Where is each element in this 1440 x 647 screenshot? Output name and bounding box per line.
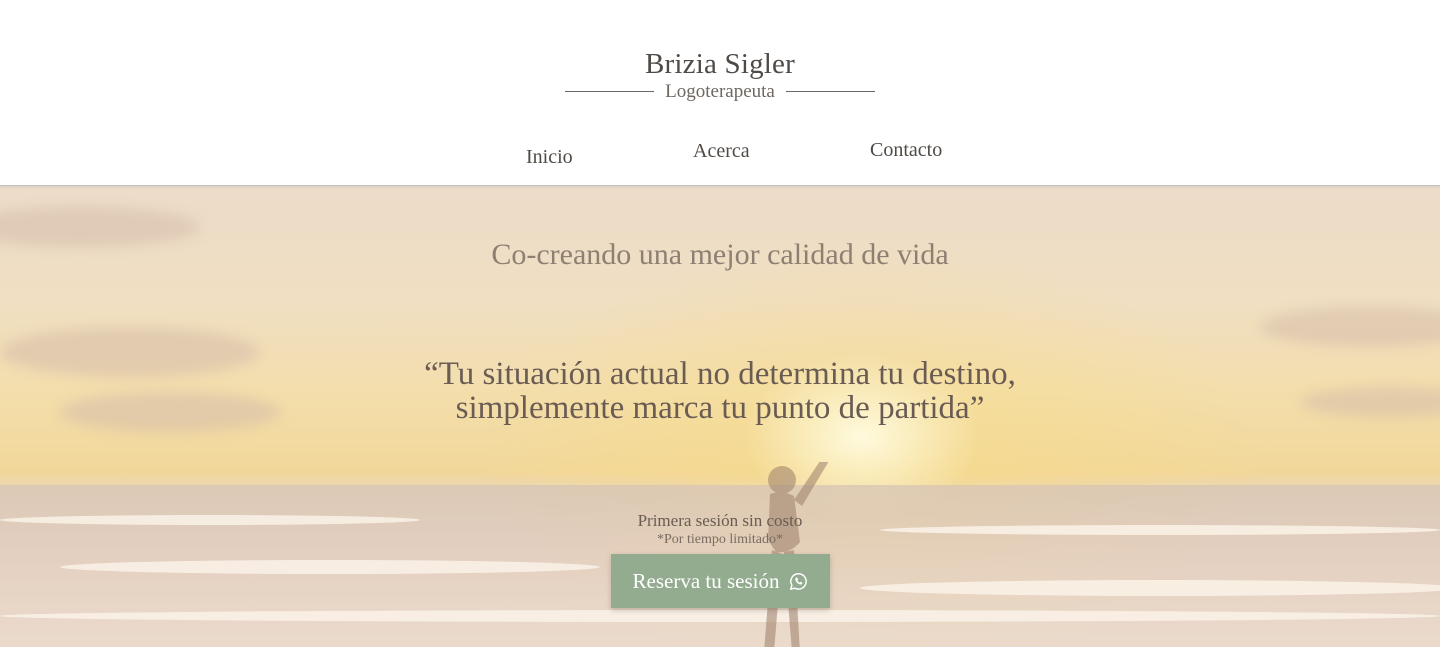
book-session-label: Reserva tu sesión bbox=[632, 568, 780, 593]
brand-subtitle: Logoterapeuta bbox=[665, 81, 775, 102]
nav-item-inicio[interactable]: Inicio bbox=[526, 146, 573, 169]
whatsapp-icon bbox=[790, 572, 808, 590]
hero-section: Co-creando una mejor calidad de vida “Tu… bbox=[0, 187, 1440, 647]
header-divider bbox=[0, 185, 1440, 188]
page: Brizia Sigler Logoterapeuta Inicio Acerc… bbox=[0, 0, 1440, 647]
hero-tagline: Co-creando una mejor calidad de vida bbox=[491, 238, 949, 271]
hero-quote-line-1: “Tu situación actual no determina tu des… bbox=[424, 356, 1016, 392]
offer-title: Primera sesión sin costo bbox=[637, 511, 803, 530]
main-nav: Inicio Acerca Contacto bbox=[0, 138, 1440, 170]
brand-subtitle-row: Logoterapeuta bbox=[565, 80, 875, 104]
offer-note: *Por tiempo limitado* bbox=[657, 532, 783, 547]
wave-decoration bbox=[60, 560, 600, 574]
brand-divider-right bbox=[786, 91, 875, 92]
book-session-button[interactable]: Reserva tu sesión bbox=[611, 554, 830, 608]
cloud-decoration bbox=[1260, 307, 1440, 347]
offer-block: Primera sesión sin costo *Por tiempo lim… bbox=[0, 511, 1440, 548]
wave-decoration bbox=[860, 580, 1440, 596]
nav-item-contacto[interactable]: Contacto bbox=[870, 139, 942, 162]
brand-name: Brizia Sigler bbox=[645, 48, 795, 80]
site-header: Brizia Sigler Logoterapeuta Inicio Acerc… bbox=[0, 0, 1440, 188]
hero-quote-line-2: simplemente marca tu punto de partida” bbox=[455, 390, 985, 426]
nav-item-acerca[interactable]: Acerca bbox=[693, 140, 750, 163]
hero-quote: “Tu situación actual no determina tu des… bbox=[0, 357, 1440, 425]
brand-logo[interactable]: Brizia Sigler bbox=[0, 46, 1440, 82]
